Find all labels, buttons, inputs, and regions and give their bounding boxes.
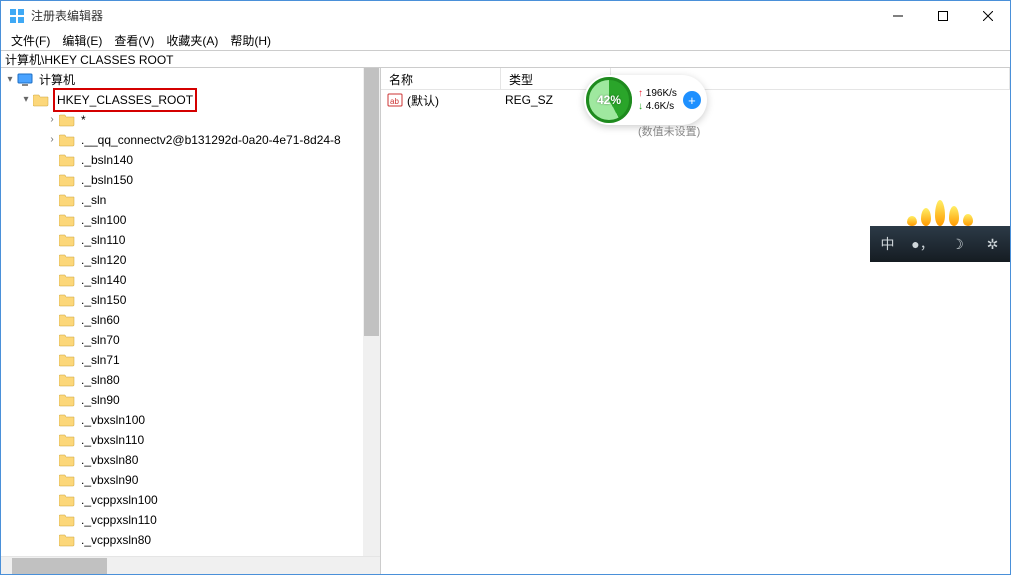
tree-label: ._vbxsln80 xyxy=(79,450,140,470)
tree-label: ._vcppxsln110 xyxy=(79,510,159,530)
net-stats: ↑ 196K/s ↓ 4.6K/s xyxy=(638,87,677,113)
tree-label: 计算机 xyxy=(37,70,77,90)
plus-icon[interactable]: + xyxy=(683,91,701,109)
tree-label: HKEY_CLASSES_ROOT xyxy=(53,88,197,112)
expand-icon[interactable]: › xyxy=(45,130,59,150)
tree-label: ._bsln140 xyxy=(79,150,135,170)
tree-node[interactable]: ._sln100 xyxy=(1,210,380,230)
titlebar: 注册表编辑器 xyxy=(1,1,1010,30)
tree-node[interactable]: ._vbxsln110 xyxy=(1,430,380,450)
tree-node-hkcr[interactable]: ▾ HKEY_CLASSES_ROOT xyxy=(1,90,380,110)
expand-icon[interactable]: › xyxy=(45,110,59,130)
tree-node[interactable]: ._vbxsln100 xyxy=(1,410,380,430)
minimize-button[interactable] xyxy=(875,1,920,30)
workspace: ▾计算机▾HKEY_CLASSES_ROOT›*›.__qq_connectv2… xyxy=(1,68,1010,574)
menu-view[interactable]: 查看(V) xyxy=(108,30,160,51)
tree-label: ._vcppxsln100 xyxy=(79,490,160,510)
tree-node[interactable]: ._sln80 xyxy=(1,370,380,390)
tree-label: ._sln100 xyxy=(79,210,128,230)
address-text: 计算机\HKEY CLASSES ROOT xyxy=(5,51,174,68)
tree-node[interactable]: ._sln xyxy=(1,190,380,210)
tree-label: ._sln140 xyxy=(79,270,128,290)
tree-label: * xyxy=(79,110,88,130)
horizontal-scrollbar[interactable] xyxy=(1,556,380,574)
tree-node[interactable]: › .__qq_connectv2@b131292d-0a20-4e71-8d24… xyxy=(1,130,380,150)
tree-label: ._bsln150 xyxy=(79,170,135,190)
scrollbar-thumb[interactable] xyxy=(364,68,379,336)
tree-node[interactable]: ._sln71 xyxy=(1,350,380,370)
tree-label: ._vbxsln90 xyxy=(79,470,140,490)
tree-pane: ▾计算机▾HKEY_CLASSES_ROOT›*›.__qq_connectv2… xyxy=(1,68,381,574)
maximize-button[interactable] xyxy=(920,1,965,30)
close-button[interactable] xyxy=(965,1,1010,30)
tree-label: ._vbxsln110 xyxy=(79,430,146,450)
tree-label: ._sln71 xyxy=(79,350,122,370)
column-name[interactable]: 名称 xyxy=(381,68,501,89)
ime-btn-1[interactable]: 中 xyxy=(874,234,902,254)
scrollbar-thumb[interactable] xyxy=(12,558,107,574)
cpu-percent: 42% xyxy=(597,93,621,107)
address-bar[interactable]: 计算机\HKEY CLASSES ROOT xyxy=(1,50,1010,68)
ime-btn-4[interactable]: ✲ xyxy=(979,236,1007,253)
tree-node[interactable]: ._vbxsln90 xyxy=(1,470,380,490)
expand-icon[interactable]: ▾ xyxy=(19,90,33,110)
tree-node[interactable]: ._sln120 xyxy=(1,250,380,270)
tree-node-computer[interactable]: ▾ 计算机 xyxy=(1,70,380,90)
tree-label: ._sln80 xyxy=(79,370,122,390)
tree-node[interactable]: ._sln150 xyxy=(1,290,380,310)
tree-label: ._sln70 xyxy=(79,330,122,350)
tree-node[interactable]: ._vcppxsln110 xyxy=(1,510,380,530)
tree-node[interactable]: ._sln90 xyxy=(1,390,380,410)
tree-label: ._vbxsln100 xyxy=(79,410,147,430)
window-title: 注册表编辑器 xyxy=(31,7,103,24)
upload-speed: 196K/s xyxy=(646,88,677,99)
tree-node[interactable]: ._vbxsln80 xyxy=(1,450,380,470)
tree-label: ._sln90 xyxy=(79,390,122,410)
value-name: (默认) xyxy=(407,92,439,109)
network-monitor-overlay[interactable]: 42% ↑ 196K/s ↓ 4.6K/s + (数值未设置) xyxy=(584,75,707,125)
tree-node[interactable]: ._bsln140 xyxy=(1,150,380,170)
tree-node[interactable]: ._sln70 xyxy=(1,330,380,350)
overlay-obscured-text: (数值未设置) xyxy=(638,123,700,139)
menu-favorites[interactable]: 收藏夹(A) xyxy=(160,30,224,51)
ime-overlay[interactable]: 中 ●， ☽ ✲ xyxy=(870,196,1010,262)
tree-node[interactable]: ._sln60 xyxy=(1,310,380,330)
list-pane: 名称 类型 ab(默认) REG_SZ (数值未设置) xyxy=(381,68,1010,574)
app-icon xyxy=(9,8,25,24)
menu-file[interactable]: 文件(F) xyxy=(5,30,56,51)
tree-label: ._sln120 xyxy=(79,250,128,270)
tree-label: ._sln xyxy=(79,190,108,210)
cpu-ring: 42% xyxy=(586,77,632,123)
tree-label: .__qq_connectv2@b131292d-0a20-4e71-8d24-… xyxy=(79,130,343,150)
tree-node[interactable]: ._vcppxsln100 xyxy=(1,490,380,510)
menu-help[interactable]: 帮助(H) xyxy=(224,30,277,51)
menu-edit[interactable]: 编辑(E) xyxy=(56,30,108,51)
tree-node[interactable]: ._vcppxsln80 xyxy=(1,530,380,550)
tree-node[interactable]: ._sln110 xyxy=(1,230,380,250)
tree-node[interactable]: ._bsln150 xyxy=(1,170,380,190)
flame-decoration xyxy=(870,196,1010,226)
menubar: 文件(F) 编辑(E) 查看(V) 收藏夹(A) 帮助(H) xyxy=(1,30,1010,50)
tree-label: ._vcppxsln80 xyxy=(79,530,153,550)
vertical-scrollbar[interactable] xyxy=(363,68,380,556)
tree-label: ._sln60 xyxy=(79,310,122,330)
tree-label: ._sln110 xyxy=(79,230,127,250)
tree-node[interactable]: ›* xyxy=(1,110,380,130)
svg-text:ab: ab xyxy=(390,97,399,106)
ime-toolbar: 中 ●， ☽ ✲ xyxy=(870,226,1010,262)
tree-label: ._sln150 xyxy=(79,290,128,310)
tree-node[interactable]: ._sln140 xyxy=(1,270,380,290)
download-speed: 4.6K/s xyxy=(646,101,674,112)
ime-btn-2[interactable]: ●， xyxy=(909,234,937,254)
ime-btn-3[interactable]: ☽ xyxy=(944,236,972,253)
tree-scroll[interactable]: ▾计算机▾HKEY_CLASSES_ROOT›*›.__qq_connectv2… xyxy=(1,68,380,556)
expand-icon[interactable]: ▾ xyxy=(3,70,17,90)
